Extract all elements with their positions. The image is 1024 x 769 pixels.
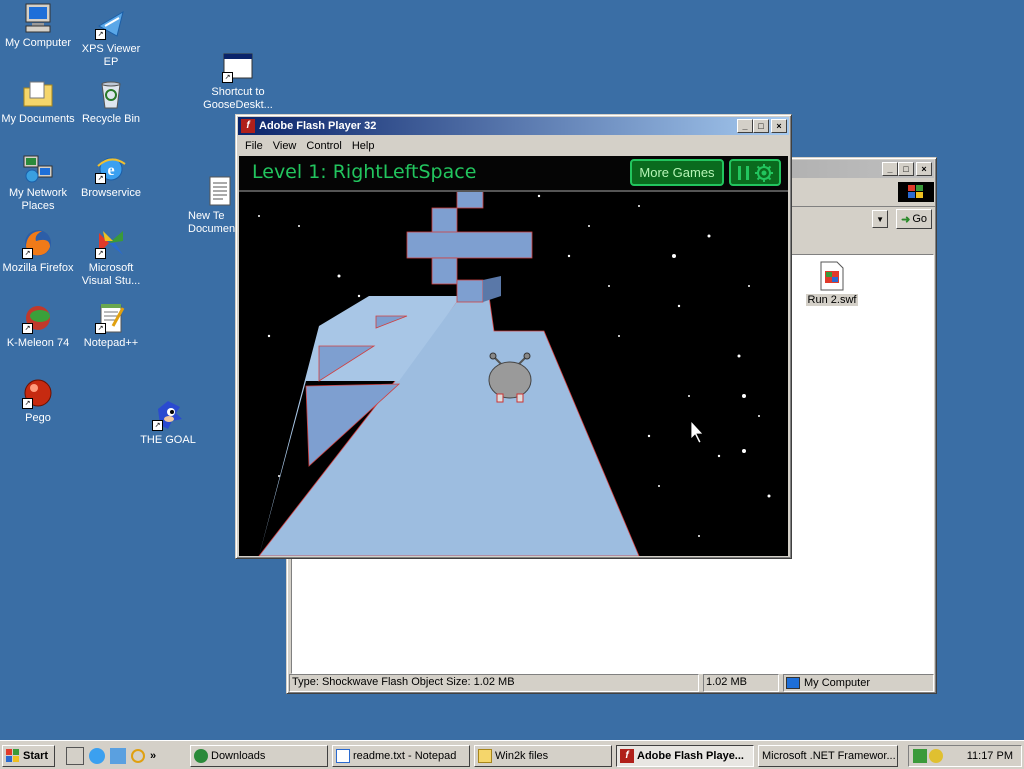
desktop-icon-new-text-document[interactable]: New Te Documen [182, 175, 236, 236]
my-computer-small-icon [786, 677, 800, 689]
game-viewport[interactable]: Level 1: RightLeftSpace More Games [239, 156, 788, 556]
network-tray-icon[interactable] [913, 749, 927, 763]
taskbar: Start » Downloads readme.txt - Notepad W… [0, 740, 1024, 769]
desktop-icon-notepadpp[interactable]: ↗ Notepad++ [73, 302, 149, 350]
more-games-button[interactable]: More Games [630, 159, 724, 186]
recycle-bin-icon [95, 78, 127, 110]
windows-logo-icon [898, 182, 934, 202]
globe-icon [194, 749, 208, 763]
cross-block [456, 279, 484, 303]
maximize-button[interactable]: □ [898, 162, 914, 176]
menu-file[interactable]: File [240, 140, 268, 152]
flash-file-icon [819, 261, 845, 291]
shortcut-window-icon: ↗ [222, 51, 254, 83]
desktop-icon-kmeleon[interactable]: ↗ K-Meleon 74 [0, 302, 76, 350]
sonic-icon: ↗ [152, 399, 184, 431]
file-item-run2-swf[interactable]: Run 2.swf [804, 261, 860, 306]
network-places-icon [22, 152, 54, 184]
outlook-express-icon[interactable] [110, 748, 126, 764]
desktop-icon-firefox[interactable]: ↗ Mozilla Firefox [0, 227, 76, 275]
flash-title-bar[interactable]: f Adobe Flash Player 32 _ □ × [238, 117, 789, 135]
desktop-icon-the-goal[interactable]: ↗ THE GOAL [130, 399, 206, 447]
desktop-icon-goose-shortcut[interactable]: ↗ Shortcut to GooseDeskt... [200, 51, 276, 112]
go-button[interactable]: ➜ Go [896, 209, 932, 229]
mouse-cursor [690, 419, 704, 444]
maximize-button[interactable]: □ [753, 119, 769, 133]
quick-launch: » [66, 746, 156, 766]
menu-control[interactable]: Control [301, 140, 346, 152]
game-scene [258, 175, 780, 556]
desktop-icon-xps-viewer[interactable]: ↗ XPS Viewer EP [73, 8, 149, 69]
desktop-icon-recycle-bin[interactable]: Recycle Bin [73, 78, 149, 126]
xps-viewer-icon: ↗ [95, 8, 127, 40]
flash-app-icon: f [620, 749, 634, 763]
notepad-icon [336, 749, 350, 763]
taskbar-button-dotnet[interactable]: Microsoft .NET Framewor... [758, 745, 898, 767]
close-button[interactable]: × [916, 162, 932, 176]
taskbar-button-notepad[interactable]: readme.txt - Notepad [332, 745, 470, 767]
explorer-status-bar: Type: Shockwave Flash Object Size: 1.02 … [289, 674, 934, 692]
tool-tray-icon[interactable] [929, 749, 943, 763]
chevron-right-icon[interactable]: » [150, 750, 156, 762]
minimize-button[interactable]: _ [882, 162, 898, 176]
game-hud: Level 1: RightLeftSpace More Games [239, 156, 788, 192]
cross-block [431, 207, 458, 235]
menu-view[interactable]: View [268, 140, 302, 152]
pego-icon: ↗ [22, 377, 54, 409]
taskbar-button-flash-player[interactable]: f Adobe Flash Playe... [616, 745, 754, 767]
notepadpp-icon: ↗ [95, 302, 127, 334]
level-title: Level 1: RightLeftSpace [252, 161, 477, 183]
firefox-icon: ↗ [22, 227, 54, 259]
search-icon[interactable] [131, 749, 145, 763]
flash-menu-bar: File View Control Help [236, 137, 791, 155]
clock[interactable]: 11:17 PM [967, 750, 1013, 762]
close-button[interactable]: × [771, 119, 787, 133]
cross-block [406, 231, 533, 259]
pause-icon [737, 165, 749, 180]
minimize-button[interactable]: _ [737, 119, 753, 133]
windows-logo-icon [6, 749, 19, 762]
desktop-icon-browservice[interactable]: e ↗ Browservice [73, 152, 149, 200]
kmeleon-icon: ↗ [22, 302, 54, 334]
menu-help[interactable]: Help [347, 140, 380, 152]
cross-block [431, 257, 458, 285]
cross-block [483, 276, 501, 302]
my-documents-icon [22, 78, 54, 110]
gear-icon [754, 163, 773, 182]
system-tray: 11:17 PM [908, 745, 1022, 767]
folder-icon [478, 749, 492, 763]
browservice-icon: e ↗ [95, 152, 127, 184]
show-desktop-icon[interactable] [66, 747, 84, 765]
my-computer-icon [22, 2, 54, 34]
visual-studio-icon: ↗ [95, 227, 127, 259]
status-location: My Computer [783, 674, 934, 692]
taskbar-button-downloads[interactable]: Downloads [190, 745, 328, 767]
flash-player-window[interactable]: f Adobe Flash Player 32 _ □ × File View … [235, 114, 792, 559]
start-button[interactable]: Start [2, 745, 55, 767]
taskbar-button-win2k-files[interactable]: Win2k files [474, 745, 612, 767]
internet-explorer-icon[interactable] [89, 748, 105, 764]
pause-settings-button[interactable] [729, 159, 781, 186]
text-document-icon [204, 175, 236, 207]
go-arrow-icon: ➜ [901, 213, 911, 226]
address-dropdown-button[interactable]: ▼ [872, 210, 889, 228]
desktop-icon-network-places[interactable]: My Network Places [0, 152, 76, 213]
svg-text:e: e [107, 162, 114, 179]
desktop-icon-visual-studio[interactable]: ↗ Microsoft Visual Stu... [73, 227, 149, 288]
desktop-icon-my-documents[interactable]: My Documents [0, 78, 76, 126]
flash-app-icon: f [241, 119, 255, 133]
desktop-icon-pego[interactable]: ↗ Pego [0, 377, 76, 425]
desktop-icon-my-computer[interactable]: My Computer [0, 2, 76, 50]
